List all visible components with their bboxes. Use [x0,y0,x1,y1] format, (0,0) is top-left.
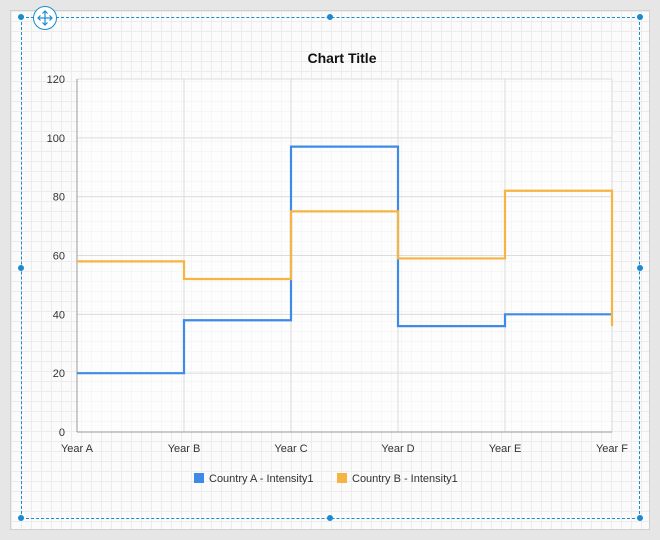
x-tick-label: Year F [596,443,628,455]
resize-handle-bottom-right[interactable] [637,515,643,521]
y-tick-label: 100 [47,133,65,145]
y-tick-label: 120 [47,74,65,86]
chart[interactable]: 0 20 40 60 80 100 120 Year A Year B Year C Year D Y… [0,0,660,540]
y-tick-label: 60 [53,251,65,263]
x-tick-label: Year A [61,443,94,455]
move-arrows-glyph [37,10,53,26]
resize-handle-middle-left[interactable] [18,265,24,271]
y-tick-label: 20 [53,368,65,380]
legend-label-2: Country B - Intensity1 [352,473,458,485]
resize-handle-top-left[interactable] [18,14,24,20]
y-tick-label: 80 [53,192,65,204]
resize-handle-top-right[interactable] [637,14,643,20]
resize-handle-bottom-left[interactable] [18,515,24,521]
resize-handle-middle-right[interactable] [637,265,643,271]
legend-swatch-2 [337,473,347,483]
x-tick-label: Year C [274,443,307,455]
resize-handle-bottom-center[interactable] [327,515,333,521]
y-tick-label: 40 [53,309,65,321]
legend-swatch-1 [194,473,204,483]
chart-title: Chart Title [308,50,377,66]
x-tick-label: Year E [489,443,522,455]
x-tick-label: Year B [168,443,201,455]
y-tick-label: 0 [59,427,65,439]
legend-label-1: Country A - Intensity1 [209,473,314,485]
resize-handle-top-center[interactable] [327,14,333,20]
x-tick-label: Year D [381,443,414,455]
move-arrows-icon[interactable] [33,6,57,30]
